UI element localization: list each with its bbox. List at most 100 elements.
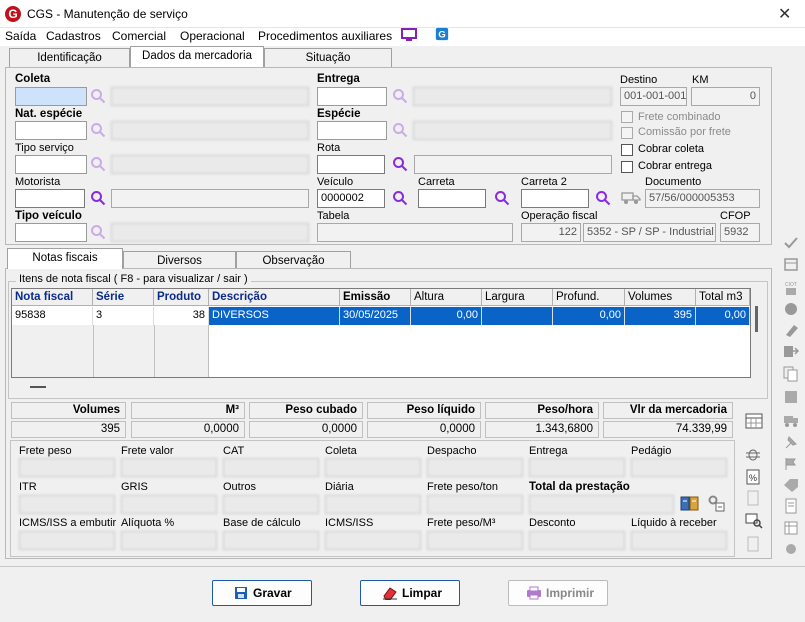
carreta2-field[interactable] — [521, 189, 589, 208]
outros-field[interactable] — [223, 495, 319, 514]
grid-divider — [93, 325, 94, 377]
nat-especie-search-icon[interactable] — [90, 122, 106, 138]
pin-icon[interactable] — [783, 434, 799, 450]
veiculo-field[interactable]: 0000002 — [317, 189, 385, 208]
arrow-doc-icon[interactable] — [783, 344, 799, 358]
limpar-button[interactable]: Limpar — [360, 580, 460, 606]
veiculo-search-icon[interactable] — [392, 190, 408, 206]
book-gray-icon[interactable] — [783, 389, 799, 405]
gear-calc-icon[interactable] — [707, 494, 725, 512]
carreta-search-icon[interactable] — [494, 190, 510, 206]
col-altura[interactable]: Altura — [411, 289, 482, 306]
g-app-icon[interactable]: G — [434, 27, 450, 41]
tab-identificacao[interactable]: Identificação — [9, 48, 130, 67]
liquido-receber-field[interactable] — [631, 531, 727, 550]
base-calculo-field[interactable] — [223, 531, 319, 550]
col-total-m3[interactable]: Total m3 — [696, 289, 750, 306]
tab-situacao[interactable]: Situação — [264, 48, 392, 67]
pedagio-field[interactable] — [631, 458, 727, 477]
copy-icon[interactable] — [783, 366, 799, 382]
tipo-servico-code-field[interactable] — [15, 155, 87, 174]
nat-especie-code-field[interactable] — [15, 121, 87, 140]
monitor-icon[interactable] — [401, 28, 417, 42]
icms-embutir-field[interactable] — [19, 531, 115, 550]
carreta-field[interactable] — [418, 189, 486, 208]
book-icon[interactable] — [680, 495, 700, 512]
close-icon[interactable]: ✕ — [778, 4, 791, 24]
frete-valor-field[interactable] — [121, 458, 217, 477]
tab-notas-fiscais[interactable]: Notas fiscais — [7, 248, 123, 269]
especie-name-field — [413, 121, 612, 140]
circle-icon[interactable] — [783, 302, 799, 316]
cobrar-entrega-checkbox[interactable] — [621, 161, 633, 173]
motorista-search-icon[interactable] — [90, 190, 106, 206]
menu-saida[interactable]: Saída — [5, 29, 36, 43]
rota-search-icon[interactable] — [392, 156, 408, 172]
cat-field[interactable] — [223, 458, 319, 477]
grid-doc-icon[interactable] — [783, 520, 799, 536]
diaria-field[interactable] — [325, 495, 421, 514]
grid-hscroll[interactable] — [30, 386, 46, 388]
gravar-button[interactable]: Gravar — [212, 580, 312, 606]
despacho-field[interactable] — [427, 458, 523, 477]
truck-icon[interactable] — [621, 191, 641, 205]
col-produto[interactable]: Produto — [154, 289, 209, 306]
imprimir-button[interactable]: Imprimir — [508, 580, 608, 606]
col-nota-fiscal[interactable]: Nota fiscal — [12, 289, 93, 306]
desconto-field[interactable] — [529, 531, 625, 550]
tipo-veiculo-search-icon[interactable] — [90, 224, 106, 240]
cobrar-coleta-checkbox[interactable] — [621, 144, 633, 156]
col-emissao[interactable]: Emissão — [340, 289, 411, 306]
frete-combinado-checkbox[interactable] — [621, 111, 633, 123]
doc-gray-icon[interactable] — [783, 498, 799, 514]
menu-cadastros[interactable]: Cadastros — [46, 29, 101, 43]
search-doc-icon[interactable] — [745, 513, 763, 529]
tipo-veiculo-code-field[interactable] — [15, 223, 87, 242]
carreta2-search-icon[interactable] — [595, 190, 611, 206]
aliquota-field[interactable] — [121, 531, 217, 550]
notas-grid[interactable]: Nota fiscal Série Produto Descrição Emis… — [11, 288, 751, 378]
entrega-search-icon[interactable] — [392, 88, 408, 104]
comissao-frete-checkbox[interactable] — [621, 127, 633, 139]
itr-field[interactable] — [19, 495, 115, 514]
bug-icon[interactable] — [745, 446, 761, 462]
table-row[interactable]: 95838 3 38 DIVERSOS 30/05/2025 0,00 0,00… — [12, 307, 750, 325]
tipo-servico-search-icon[interactable] — [90, 156, 106, 172]
motorista-code-field[interactable] — [15, 189, 85, 208]
frete-peso-m3-field[interactable] — [427, 531, 523, 550]
svg-text:%: % — [749, 473, 757, 483]
coleta-search-icon[interactable] — [90, 88, 106, 104]
col-serie[interactable]: Série — [93, 289, 154, 306]
gris-field[interactable] — [121, 495, 217, 514]
tab-dados-mercadoria[interactable]: Dados da mercadoria — [130, 46, 264, 67]
eraser-icon[interactable] — [783, 323, 799, 337]
flag-icon[interactable] — [783, 456, 799, 472]
truck-gray-icon[interactable] — [783, 412, 799, 428]
entrega-code-field[interactable] — [317, 87, 387, 106]
settings-gray-icon[interactable] — [783, 542, 799, 556]
col-largura[interactable]: Largura — [482, 289, 553, 306]
calculator-icon[interactable] — [745, 413, 763, 429]
menu-procedimentos[interactable]: Procedimentos auxiliares — [258, 29, 392, 43]
icms-iss-field[interactable] — [325, 531, 421, 550]
col-profund[interactable]: Profund. — [553, 289, 625, 306]
percent-doc-icon[interactable]: % — [745, 469, 761, 485]
frete-peso-field[interactable] — [19, 458, 115, 477]
col-descricao[interactable]: Descrição — [209, 289, 340, 306]
carreta2-label: Carreta 2 — [521, 176, 567, 188]
frete-peso-ton-field[interactable] — [427, 495, 523, 514]
menu-operacional[interactable]: Operacional — [180, 29, 245, 43]
grid-scrollbar[interactable] — [755, 306, 758, 332]
ciot-icon[interactable]: CIOT — [783, 280, 799, 296]
entrega-valor-field[interactable] — [529, 458, 625, 477]
calendar-icon[interactable] — [783, 256, 799, 272]
coleta-code-field[interactable] — [15, 87, 87, 106]
coleta-valor-field[interactable] — [325, 458, 421, 477]
check-icon[interactable] — [783, 236, 799, 250]
tag-icon[interactable] — [783, 478, 799, 492]
especie-code-field[interactable] — [317, 121, 387, 140]
col-volumes[interactable]: Volumes — [625, 289, 696, 306]
rota-code-field[interactable] — [317, 155, 385, 174]
especie-search-icon[interactable] — [392, 122, 408, 138]
menu-comercial[interactable]: Comercial — [112, 29, 166, 43]
